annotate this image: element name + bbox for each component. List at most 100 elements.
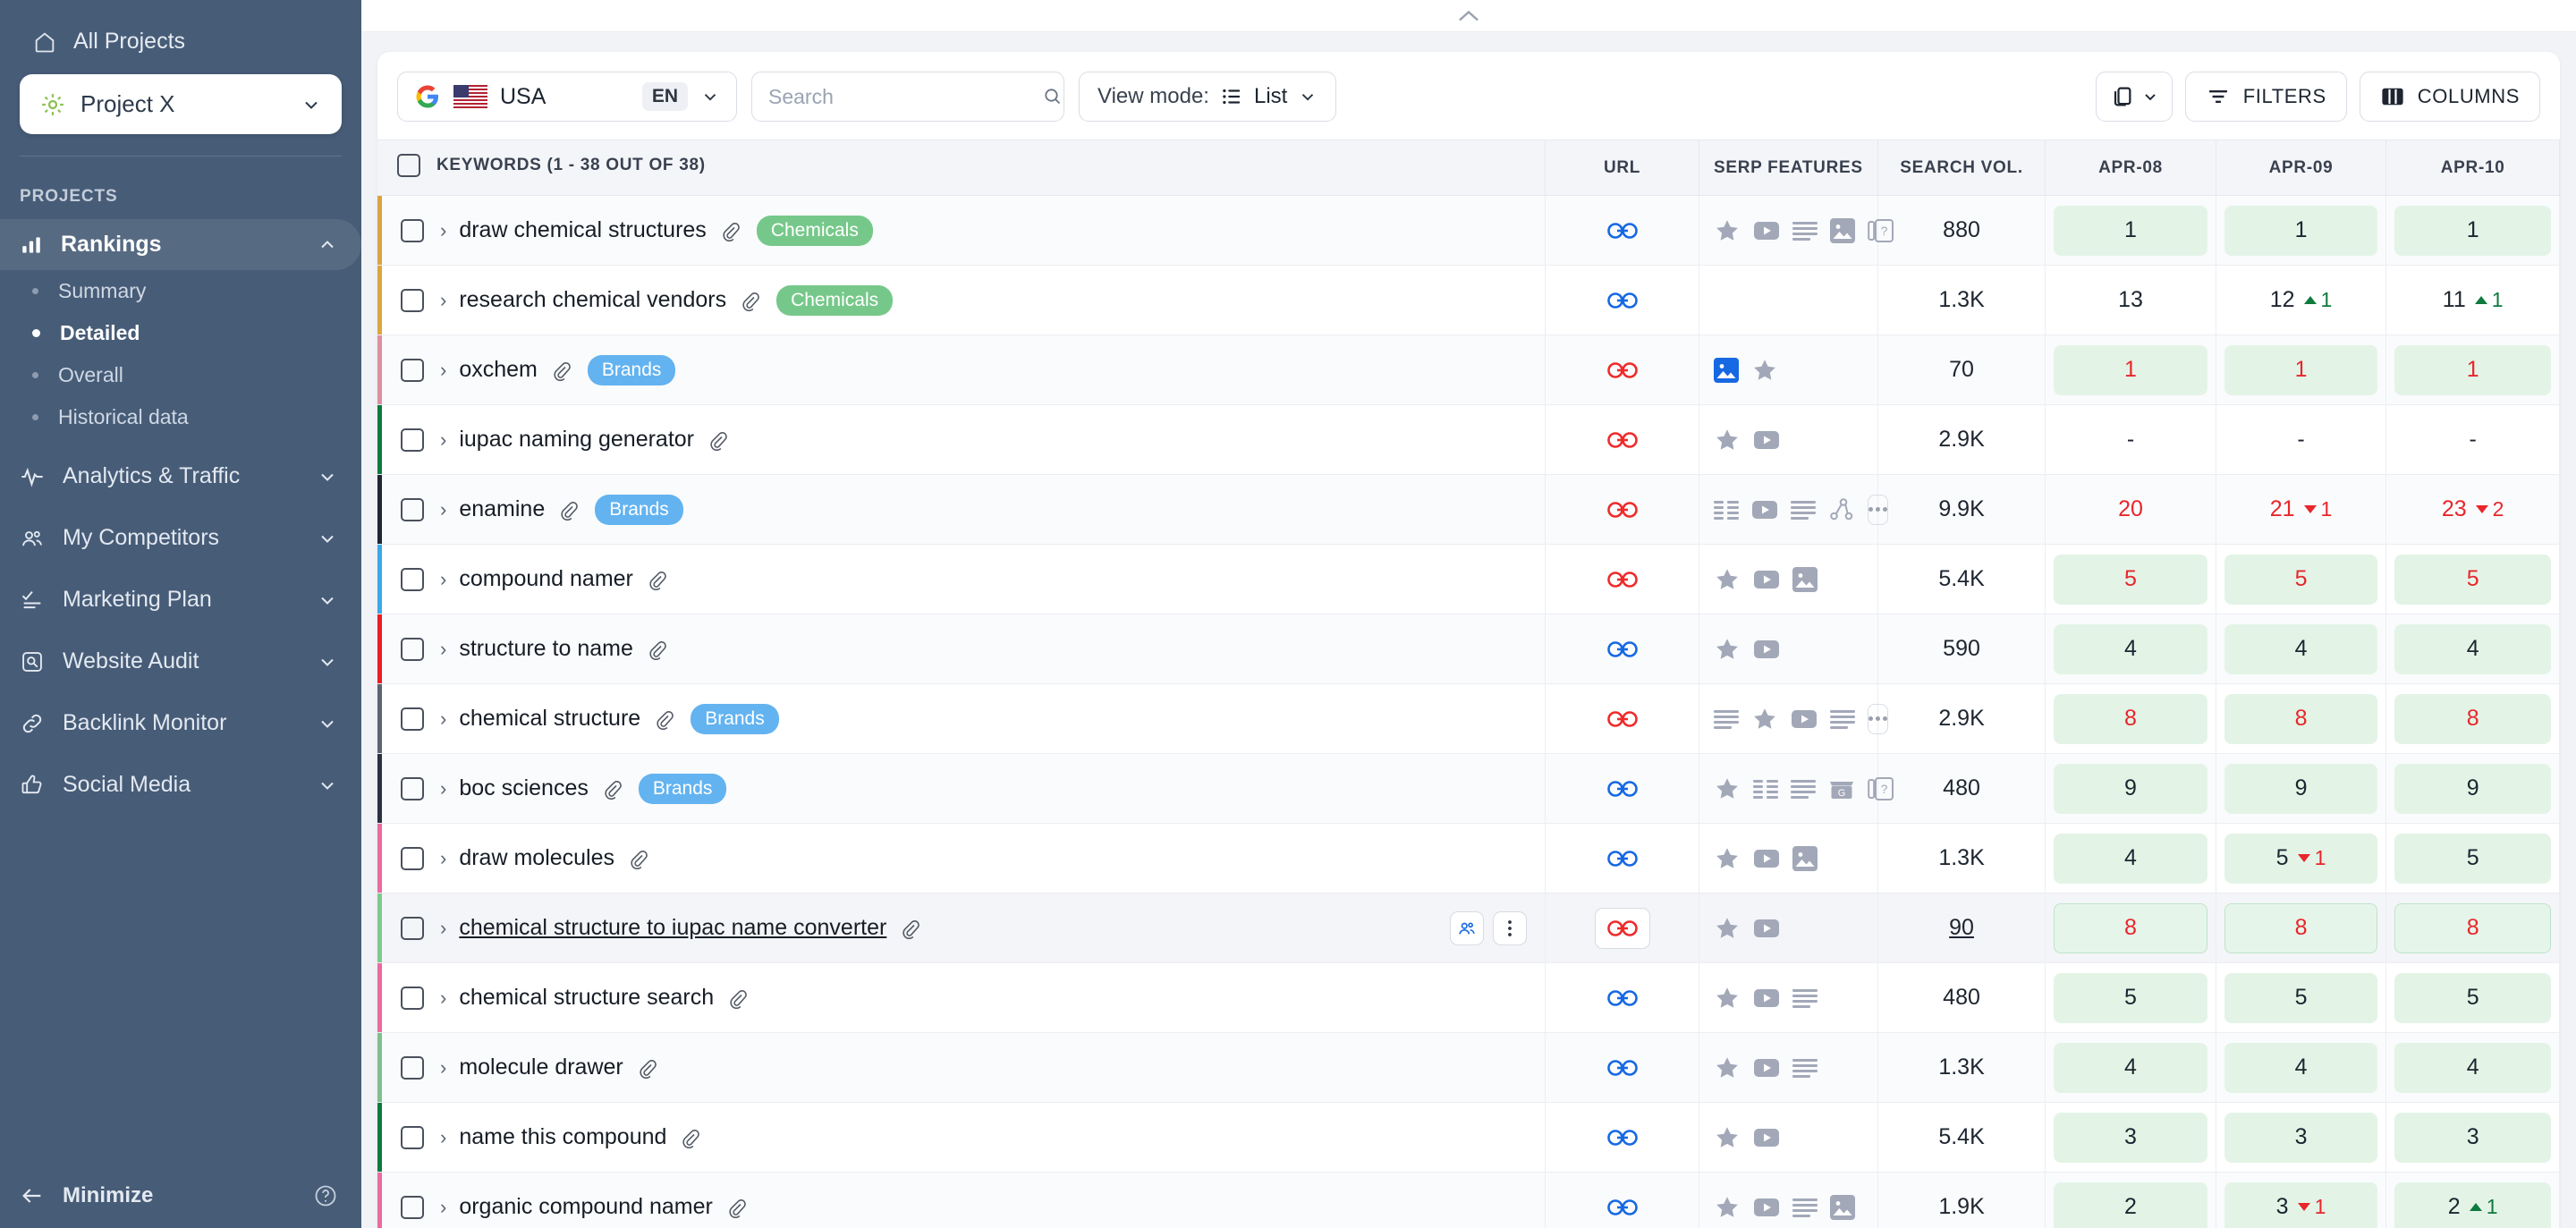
header-date-2[interactable]: APR-10 xyxy=(2385,140,2560,196)
url-link-icon[interactable] xyxy=(1595,699,1650,740)
video-icon[interactable] xyxy=(1753,1058,1780,1078)
table-row[interactable]: › draw chemical structures Chemicals ? 880… xyxy=(377,195,2560,266)
video-icon[interactable] xyxy=(1753,1128,1780,1148)
keyword-cell[interactable]: › boc sciences Brands xyxy=(377,753,1546,824)
url-cell[interactable] xyxy=(1545,544,1699,614)
table-row[interactable]: › molecule drawer 1.3K 4 4 4 xyxy=(377,1032,2560,1103)
featured-snippet-icon[interactable] xyxy=(1790,499,1816,521)
sidebar-item-overall[interactable]: Overall xyxy=(0,354,361,396)
image-pack-icon[interactable] xyxy=(1792,566,1818,592)
expand-row-icon[interactable]: › xyxy=(440,1056,446,1080)
rank-cell-apr-10[interactable]: 23 2 xyxy=(2385,474,2560,545)
search-volume-cell[interactable]: 880 xyxy=(1877,195,2046,266)
reviews-star-icon[interactable] xyxy=(1751,706,1778,733)
url-cell[interactable] xyxy=(1545,1032,1699,1103)
table-row[interactable]: › structure to name 590 4 4 4 xyxy=(377,614,2560,684)
row-checkbox[interactable] xyxy=(401,218,424,242)
reviews-star-icon[interactable] xyxy=(1714,845,1741,872)
expand-row-icon[interactable]: › xyxy=(440,847,446,870)
rank-cell-apr-09[interactable]: 8 xyxy=(2216,683,2387,754)
people-also-ask-icon[interactable]: ? xyxy=(1868,218,1894,243)
reviews-star-icon[interactable] xyxy=(1714,566,1741,593)
rank-cell-apr-10[interactable]: - xyxy=(2385,404,2560,475)
url-cell[interactable] xyxy=(1545,683,1699,754)
row-checkbox[interactable] xyxy=(401,567,424,591)
search-volume-cell[interactable]: 9.9K xyxy=(1877,474,2046,545)
image-pack-icon[interactable] xyxy=(1792,845,1818,871)
rank-cell-apr-09[interactable]: 4 xyxy=(2216,614,2387,684)
search-volume-cell[interactable]: 480 xyxy=(1877,753,2046,824)
keyword-text[interactable]: enamine xyxy=(459,496,545,522)
expand-row-icon[interactable]: › xyxy=(440,1126,446,1149)
header-search-volume[interactable]: SEARCH VOL. xyxy=(1877,140,2046,196)
featured-snippet-icon[interactable] xyxy=(1790,778,1816,800)
rank-cell-apr-08[interactable]: 9 xyxy=(2045,753,2216,824)
search-volume-cell[interactable]: 1.3K xyxy=(1877,823,2046,893)
keyword-text[interactable]: structure to name xyxy=(459,636,633,662)
url-cell[interactable] xyxy=(1545,474,1699,545)
row-checkbox[interactable] xyxy=(401,1055,424,1080)
featured-snippet-icon[interactable] xyxy=(1713,708,1739,730)
keyword-link-icon[interactable] xyxy=(899,918,920,939)
video-icon[interactable] xyxy=(1753,988,1780,1008)
rank-cell-apr-08[interactable]: 1 xyxy=(2045,195,2216,266)
rank-cell-apr-08[interactable]: 4 xyxy=(2045,823,2216,893)
keyword-text[interactable]: name this compound xyxy=(459,1124,666,1150)
keyword-link-icon[interactable] xyxy=(725,1197,747,1218)
compare-button[interactable] xyxy=(2095,72,2173,122)
rank-cell-apr-08[interactable]: 3 xyxy=(2045,1102,2216,1173)
keyword-link-icon[interactable] xyxy=(636,1057,657,1079)
rank-cell-apr-08[interactable]: 8 xyxy=(2045,683,2216,754)
video-icon[interactable] xyxy=(1791,709,1818,729)
columns-button[interactable]: COLUMNS xyxy=(2359,72,2540,122)
help-icon[interactable] xyxy=(313,1183,338,1208)
expand-row-icon[interactable]: › xyxy=(440,219,446,242)
sidebar-all-projects[interactable]: All Projects xyxy=(20,18,342,69)
keyword-link-icon[interactable] xyxy=(726,987,748,1009)
expand-row-icon[interactable]: › xyxy=(440,777,446,800)
keyword-text[interactable]: organic compound namer xyxy=(459,1194,713,1220)
rank-cell-apr-10[interactable]: 5 xyxy=(2385,544,2560,614)
more-serp-features-icon[interactable] xyxy=(1867,494,1888,525)
reviews-star-icon[interactable] xyxy=(1714,775,1741,802)
search-volume-cell[interactable]: 5.4K xyxy=(1877,544,2046,614)
project-selector[interactable]: Project X xyxy=(20,74,342,134)
keyword-cell[interactable]: › molecule drawer xyxy=(377,1032,1546,1103)
select-all-checkbox[interactable] xyxy=(397,153,420,177)
table-row[interactable]: › name this compound 5.4K 3 3 3 xyxy=(377,1102,2560,1173)
expand-row-icon[interactable]: › xyxy=(440,498,446,521)
video-icon[interactable] xyxy=(1753,221,1780,241)
expand-row-icon[interactable]: › xyxy=(440,289,446,312)
keyword-link-icon[interactable] xyxy=(557,499,579,521)
keyword-tag[interactable]: Chemicals xyxy=(776,284,894,316)
rank-cell-apr-09[interactable]: - xyxy=(2216,404,2387,475)
expand-row-icon[interactable]: › xyxy=(440,638,446,661)
reviews-star-icon[interactable] xyxy=(1714,636,1741,663)
keyword-link-icon[interactable] xyxy=(601,778,623,800)
keyword-tag[interactable]: Chemicals xyxy=(756,215,873,246)
keyword-text[interactable]: molecule drawer xyxy=(459,1054,623,1080)
keyword-cell[interactable]: › iupac naming generator xyxy=(377,404,1546,475)
keyword-tag[interactable]: Brands xyxy=(638,773,727,804)
video-icon[interactable] xyxy=(1753,639,1780,659)
url-cell[interactable] xyxy=(1545,404,1699,475)
url-cell[interactable] xyxy=(1545,1172,1699,1228)
search-volume-cell[interactable]: 70 xyxy=(1877,335,2046,405)
keyword-text[interactable]: chemical structure xyxy=(459,706,640,732)
rank-cell-apr-09[interactable]: 5 1 xyxy=(2216,823,2387,893)
sidebar-item-website-audit[interactable]: Website Audit xyxy=(0,636,361,687)
rank-cell-apr-10[interactable]: 1 xyxy=(2385,335,2560,405)
keyword-cell[interactable]: › draw molecules xyxy=(377,823,1546,893)
search-volume-cell[interactable]: 1.9K xyxy=(1877,1172,2046,1228)
keyword-cell[interactable]: › chemical structure Brands xyxy=(377,683,1546,754)
header-url[interactable]: URL xyxy=(1545,140,1699,196)
keyword-tag[interactable]: Brands xyxy=(587,354,676,385)
row-checkbox[interactable] xyxy=(401,288,424,312)
rank-cell-apr-09[interactable]: 9 xyxy=(2216,753,2387,824)
search-volume-cell[interactable]: 90 xyxy=(1877,893,2046,963)
rank-cell-apr-09[interactable]: 3 1 xyxy=(2216,1172,2387,1228)
sidebar-item-rankings[interactable]: Rankings xyxy=(0,219,361,270)
knowledge-graph-icon[interactable] xyxy=(1828,497,1855,522)
keyword-text[interactable]: chemical structure search xyxy=(459,985,714,1011)
row-checkbox[interactable] xyxy=(401,846,424,870)
